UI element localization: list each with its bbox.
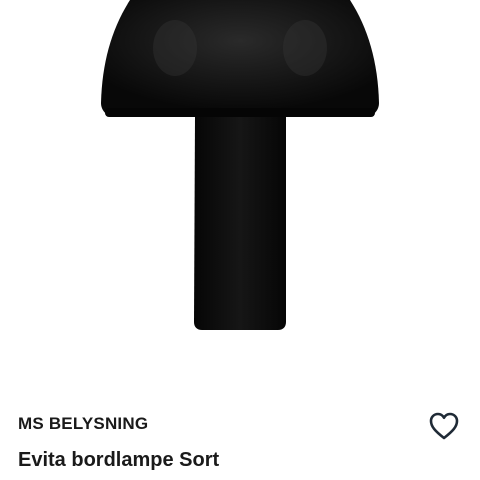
lamp-shade bbox=[101, 0, 379, 117]
lamp-base bbox=[194, 117, 286, 330]
product-card[interactable]: MS BELYSNING Evita bordlampe Sort bbox=[0, 0, 480, 480]
product-image[interactable] bbox=[0, 0, 480, 350]
product-title[interactable]: Evita bordlampe Sort bbox=[18, 447, 219, 473]
heart-outline-icon bbox=[429, 412, 459, 440]
brand-label: MS BELYSNING bbox=[18, 414, 149, 433]
favorite-button[interactable] bbox=[426, 408, 462, 444]
